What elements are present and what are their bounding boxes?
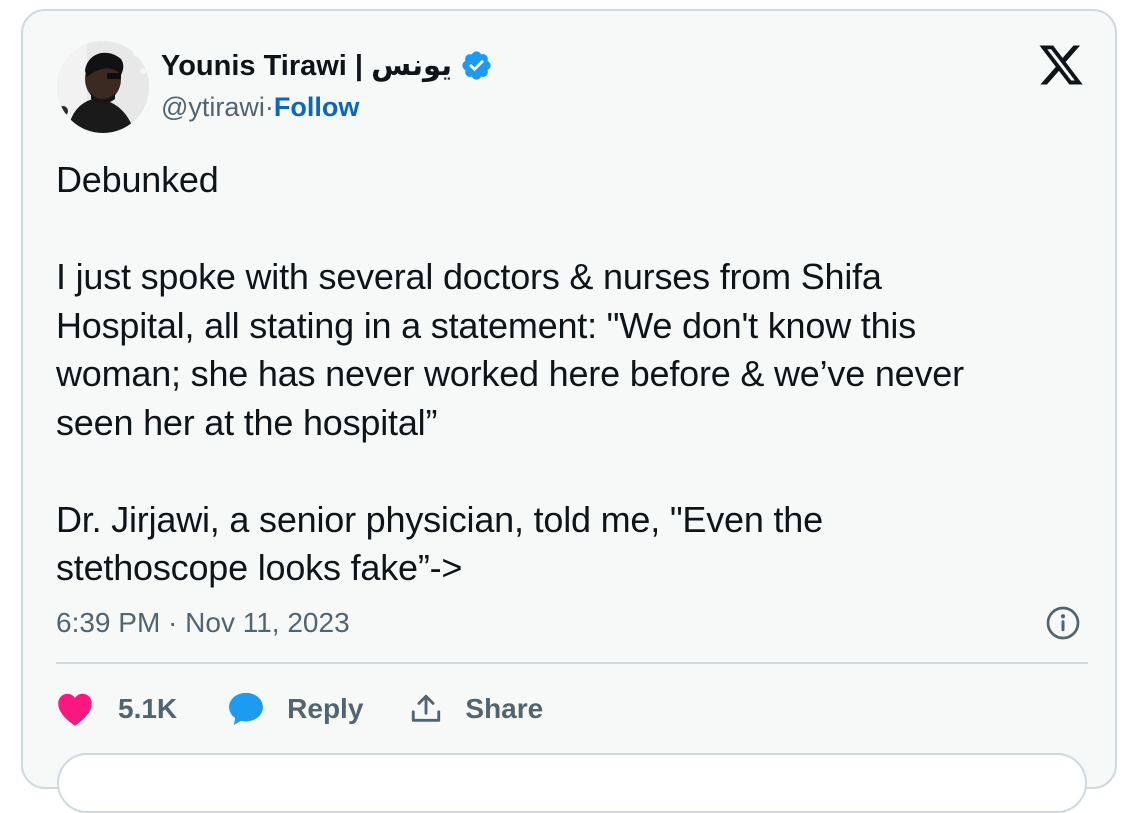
share-upload-icon [412, 694, 441, 722]
read-replies-button[interactable] [57, 753, 1087, 813]
handle-row: @ytirawi · Follow [161, 89, 359, 125]
info-icon[interactable] [1045, 605, 1081, 641]
author-name[interactable]: Younis Tirawi | يونس [161, 48, 452, 83]
x-logo-icon[interactable] [1037, 45, 1085, 89]
speech-bubble-icon [229, 692, 264, 725]
handle-separator: · [264, 91, 274, 122]
tweet-text: Debunked I just spoke with several docto… [56, 159, 964, 588]
tweet-actions: 5.1K Reply Share [56, 687, 543, 731]
divider [56, 662, 1088, 664]
author-name-row: Younis Tirawi | يونس [161, 45, 493, 85]
reply-button[interactable]: Reply [227, 691, 363, 727]
like-button[interactable]: 5.1K [56, 691, 177, 727]
tweet-timestamp[interactable]: 6:39 PM · Nov 11, 2023 [56, 607, 350, 639]
heart-icon [58, 693, 92, 726]
share-label: Share [465, 693, 544, 724]
follow-button[interactable]: Follow [274, 92, 359, 123]
reply-label: Reply [287, 693, 364, 724]
like-count: 5.1K [118, 693, 178, 724]
share-button[interactable]: Share [409, 692, 543, 726]
tweet-embed-card: Younis Tirawi | يونس @ytirawi · Follow D… [21, 9, 1117, 813]
verified-badge-icon [462, 50, 491, 80]
avatar-photo [57, 41, 149, 133]
author-handle[interactable]: @ytirawi [161, 92, 265, 123]
author-avatar[interactable] [57, 41, 149, 133]
